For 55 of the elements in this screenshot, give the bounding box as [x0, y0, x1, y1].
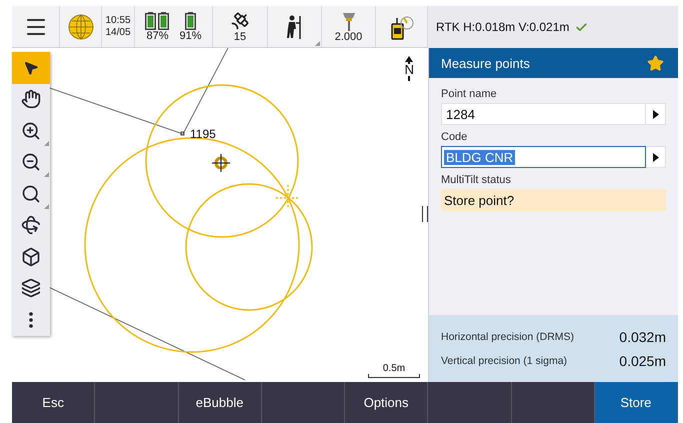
softkey-button[interactable]: Esc [12, 382, 96, 423]
cube-icon [21, 246, 41, 267]
crosshair-icon [212, 154, 230, 172]
layers-icon [21, 278, 41, 298]
battery-reading: 87% [146, 30, 168, 42]
north-label: N [404, 64, 414, 76]
date-text: 14/05 [105, 27, 131, 38]
precision-label: Horizontal precision (DRMS) [441, 330, 574, 342]
input-field[interactable]: 1284 [441, 103, 646, 125]
battery-icon [185, 12, 196, 30]
point-marker [180, 132, 184, 136]
softkey-button[interactable]: Store [594, 382, 678, 423]
antenna-height: 2.000 [334, 32, 362, 42]
softkey-button[interactable]: eBubble [178, 382, 262, 423]
zoom-extents-icon [21, 184, 41, 204]
panel-title: Measure points [441, 56, 530, 70]
zoom-out-icon [21, 152, 41, 172]
surveyor-icon[interactable] [286, 14, 304, 38]
north-arrow-icon [405, 56, 414, 64]
hand-icon [21, 89, 41, 110]
triangle-icon [652, 152, 658, 162]
pointer-icon [23, 60, 39, 76]
softkey-button[interactable]: Options [345, 382, 428, 423]
input-field[interactable]: BLDG CNR [441, 146, 646, 168]
dropdown-button[interactable] [646, 103, 666, 125]
zoom-in-icon [21, 120, 41, 141]
map-canvas[interactable]: 1195 N 0.5m [12, 48, 428, 382]
triangle-icon [652, 110, 658, 118]
receiver-icon[interactable] [388, 14, 414, 40]
field-label: MultiTilt status [441, 174, 512, 186]
dashed-cross [275, 184, 301, 210]
battery-icon [158, 12, 170, 30]
globe-icon[interactable] [68, 14, 94, 40]
rtk-status-text: RTK H:0.018m V:0.021m [436, 20, 570, 34]
precision-value: 0.025m [619, 352, 666, 368]
dropdown-button[interactable] [646, 146, 666, 168]
north-tick-icon [408, 76, 410, 81]
satellite-icon[interactable] [230, 10, 250, 30]
precision-value: 0.032m [619, 328, 666, 344]
more-icon [29, 312, 33, 328]
precision-label: Vertical precision (1 sigma) [441, 354, 568, 366]
field-label: Point name [441, 88, 498, 100]
orbit-icon [21, 215, 41, 236]
map-tool-button[interactable] [12, 52, 50, 84]
star-icon[interactable] [647, 54, 664, 72]
antenna-icon[interactable] [342, 10, 356, 30]
field-label: Code [441, 131, 468, 143]
scale-bar [368, 374, 420, 378]
scale-label: 0.5m [382, 363, 406, 374]
status-message: Store point? [441, 189, 666, 211]
battery-icon [145, 12, 156, 30]
battery-reading: 91% [179, 30, 202, 42]
satellite-count: 15 [234, 32, 246, 42]
time-text: 10:55 [105, 15, 131, 26]
point-label: 1195 [190, 127, 216, 141]
